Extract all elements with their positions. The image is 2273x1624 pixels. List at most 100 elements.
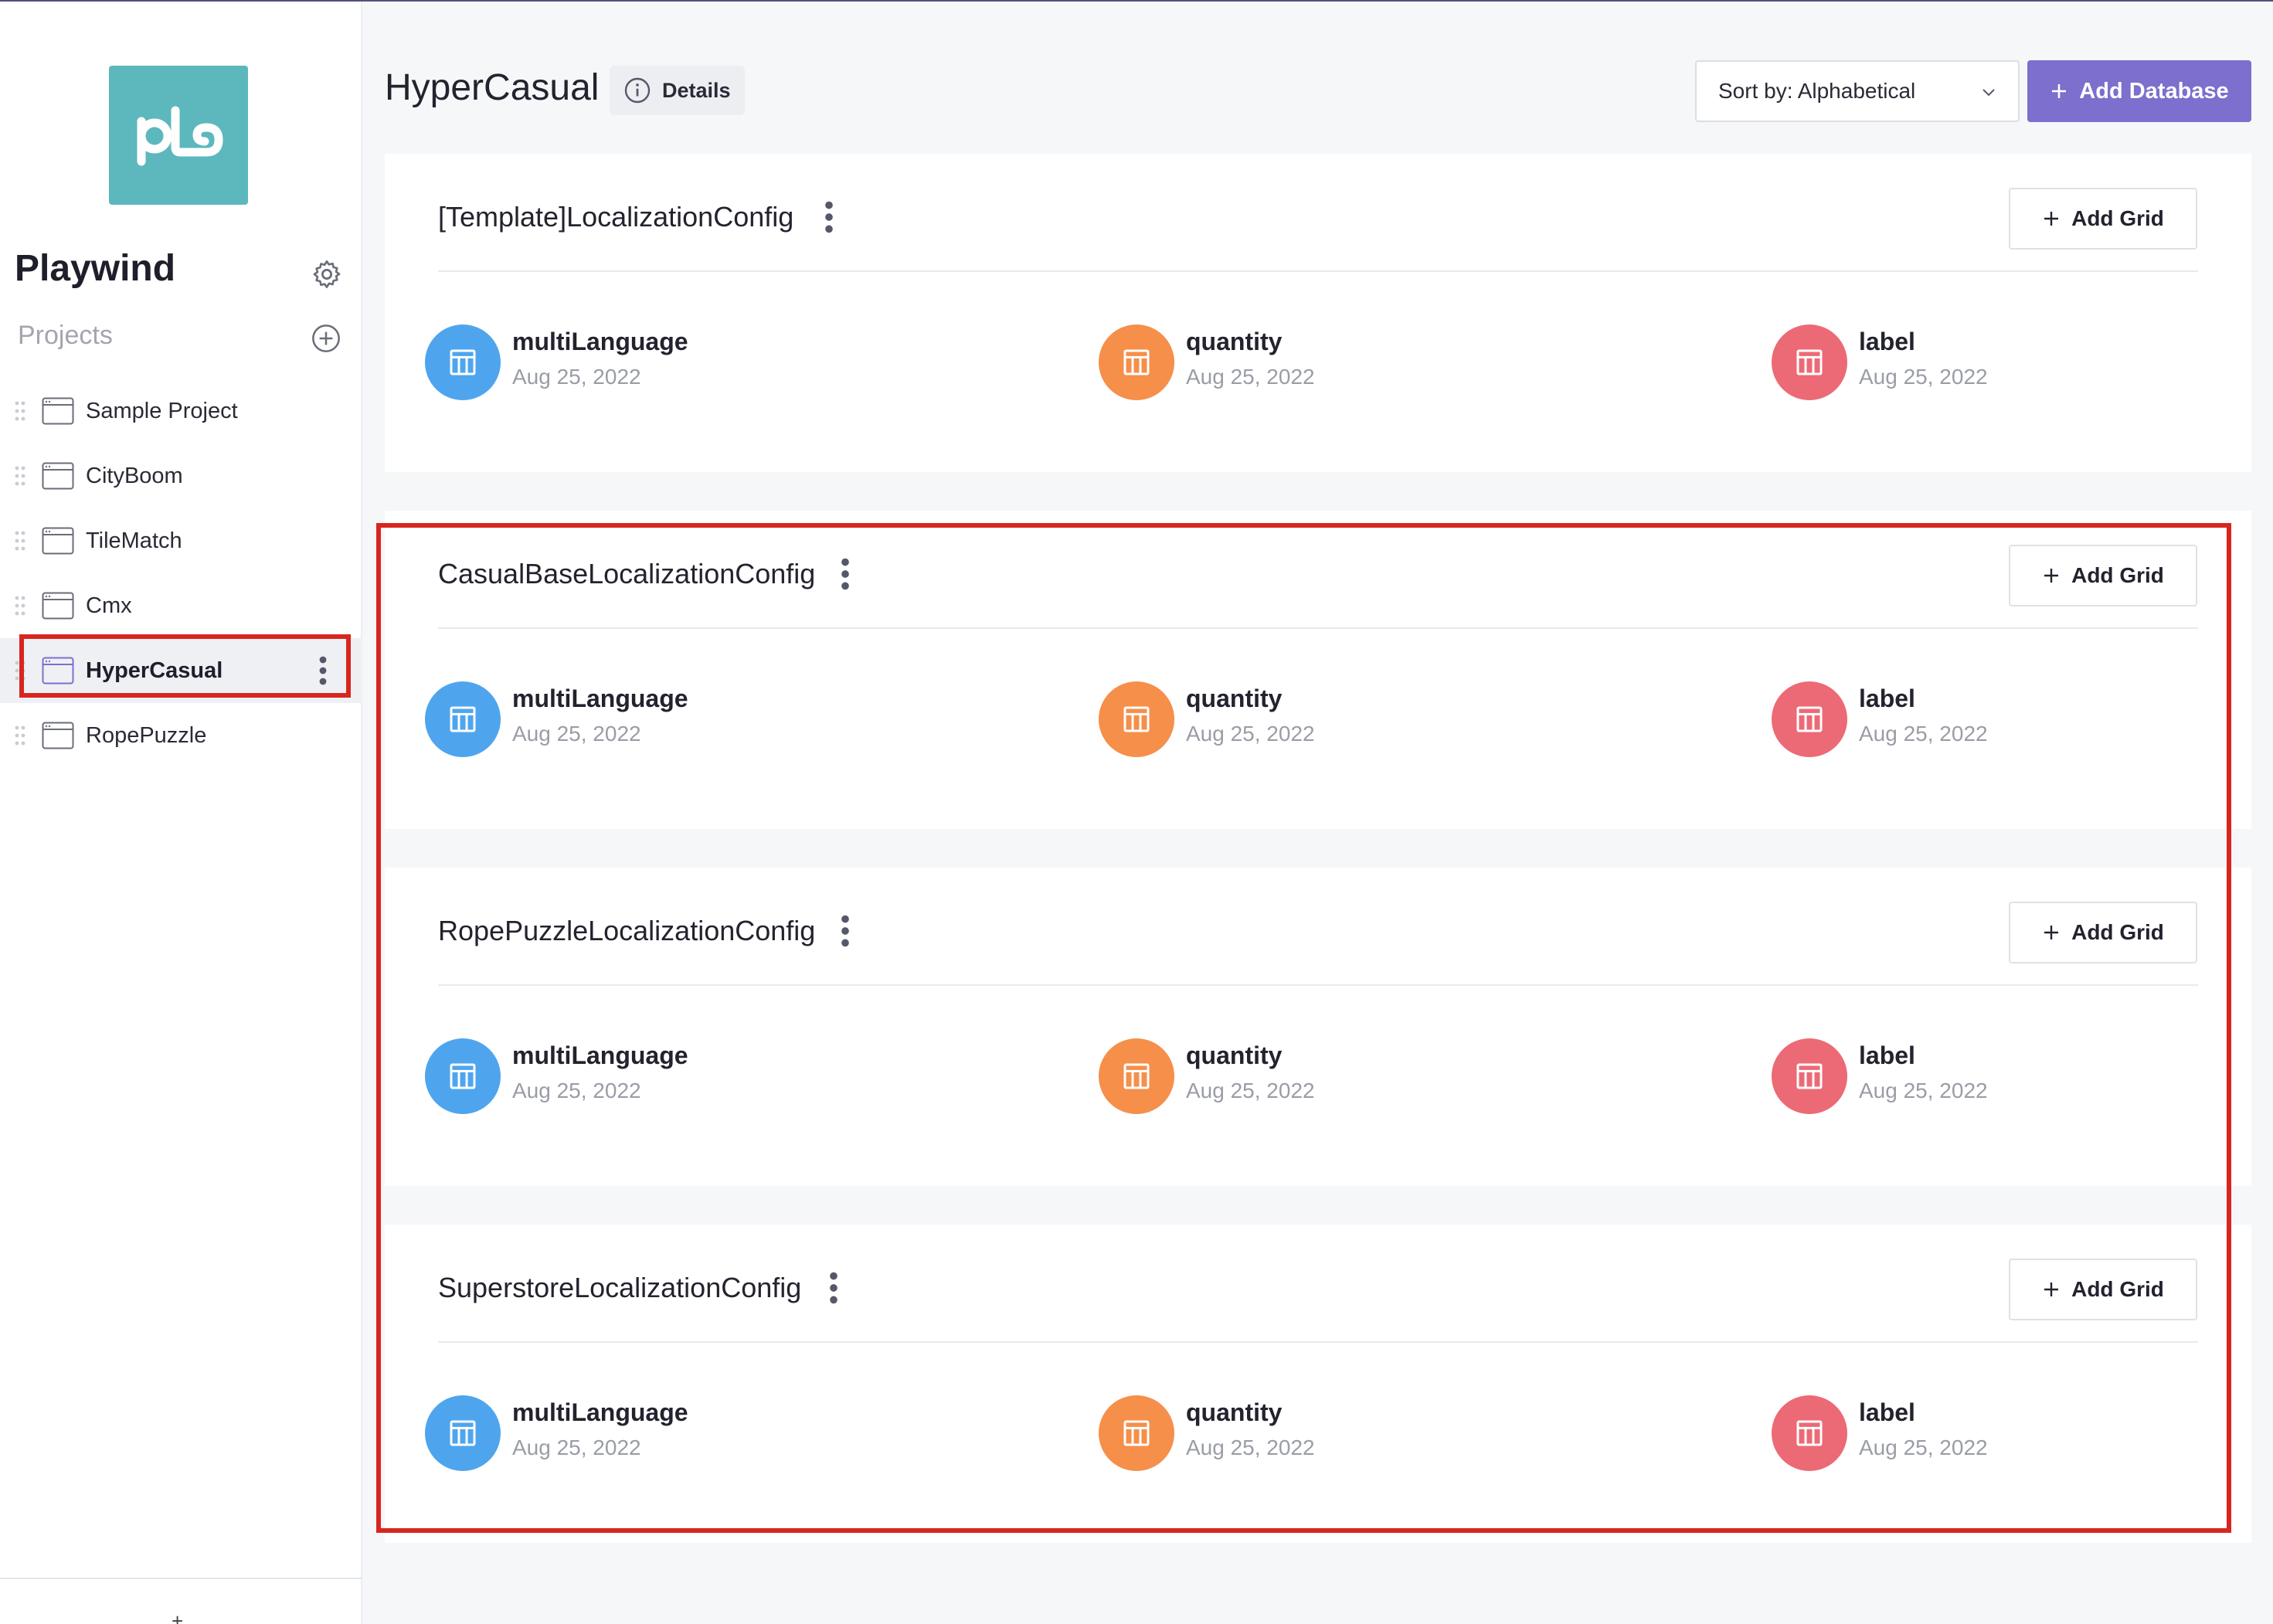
project-list: Sample Project CityBoom TileMatch Cmx Hy… [0,379,362,768]
grid-name: multiLanguage [512,1398,688,1426]
project-item-ropepuzzle[interactable]: RopePuzzle [0,703,362,768]
grid-date: Aug 25, 2022 [512,365,641,389]
drag-handle-icon[interactable] [14,595,26,617]
project-item-tilematch[interactable]: TileMatch [0,508,362,573]
drag-handle-icon[interactable] [14,400,26,422]
plus-icon [2044,1283,2059,1296]
database-title[interactable]: [Template]LocalizationConfig [438,200,793,234]
project-item-cmx[interactable]: Cmx [0,573,362,638]
info-icon [624,77,651,104]
org-name: Playwind [15,248,176,289]
drag-handle-icon[interactable] [14,465,26,487]
grid-date: Aug 25, 2022 [1859,1435,1988,1459]
add-grid-button[interactable]: Add Grid [2009,188,2197,250]
grid-name: label [1859,1398,1915,1426]
project-item-cityboom[interactable]: CityBoom [0,443,362,508]
add-grid-button[interactable]: Add Grid [2009,902,2197,963]
grid-item[interactable]: multiLanguage Aug 25, 2022 [425,324,888,402]
drag-handle-icon[interactable] [14,530,26,552]
plus-icon [2044,212,2059,226]
project-window-icon [42,397,74,425]
project-label: HyperCasual [86,658,223,683]
grid-date: Aug 25, 2022 [512,722,641,746]
table-icon [425,1395,501,1471]
database-title[interactable]: SuperstoreLocalizationConfig [438,1271,801,1305]
table-icon [1099,324,1174,400]
project-label: RopePuzzle [86,723,207,748]
grid-name: label [1859,328,1915,355]
drag-handle-icon[interactable] [14,725,26,746]
project-item-hypercasual[interactable]: HyperCasual [0,638,362,703]
app-logo[interactable] [109,66,248,205]
grid-date: Aug 25, 2022 [512,1435,641,1459]
divider [438,627,2198,629]
grid-item[interactable]: quantity Aug 25, 2022 [1099,1395,1562,1473]
project-window-icon [42,657,74,685]
grid-date: Aug 25, 2022 [1186,1079,1315,1102]
drag-handle-icon[interactable] [14,660,26,681]
database-card: RopePuzzleLocalizationConfig Add Grid mu… [385,868,2251,1186]
grid-date: Aug 25, 2022 [1186,1435,1315,1459]
logo-mark-icon [137,106,223,166]
grid-item[interactable]: quantity Aug 25, 2022 [1099,681,1562,759]
details-button[interactable]: Details [610,66,745,115]
grid-date: Aug 25, 2022 [1859,722,1988,746]
grid-item[interactable]: label Aug 25, 2022 [1772,681,2235,759]
chevron-down-icon [1983,89,1995,97]
grid-item[interactable]: multiLanguage Aug 25, 2022 [425,681,888,759]
table-icon [1772,1038,1847,1114]
grid-name: quantity [1186,1041,1283,1069]
grid-date: Aug 25, 2022 [512,1079,641,1102]
plus-icon [2052,84,2067,98]
grid-name: multiLanguage [512,1041,688,1069]
grid-item[interactable]: label Aug 25, 2022 [1772,1038,2235,1116]
more-vertical-icon[interactable] [824,200,834,234]
grid-date: Aug 25, 2022 [1186,365,1315,389]
add-grid-button[interactable]: Add Grid [2009,545,2197,606]
table-icon [1099,681,1174,757]
grid-name: label [1859,685,1915,712]
sidebar-divider [0,1578,362,1579]
sort-select[interactable]: Sort by: Alphabetical [1695,60,2020,122]
more-vertical-icon[interactable] [828,1271,839,1305]
database-card: [Template]LocalizationConfig Add Grid mu… [385,154,2251,472]
more-vertical-icon[interactable] [840,557,851,591]
add-grid-label: Add Grid [2071,563,2164,587]
grid-name: multiLanguage [512,685,688,712]
table-icon [1099,1395,1174,1471]
more-vertical-icon[interactable] [840,914,851,948]
project-item-sample-project[interactable]: Sample Project [0,379,362,443]
database-title[interactable]: CasualBaseLocalizationConfig [438,557,815,591]
add-grid-button[interactable]: Add Grid [2009,1259,2197,1320]
plus-icon [2044,569,2059,583]
database-card: CasualBaseLocalizationConfig Add Grid mu… [385,511,2251,829]
grid-name: quantity [1186,328,1283,355]
grid-item[interactable]: quantity Aug 25, 2022 [1099,1038,1562,1116]
grid-item[interactable]: multiLanguage Aug 25, 2022 [425,1038,888,1116]
details-label: Details [662,78,731,102]
more-vertical-icon[interactable] [315,655,331,686]
grid-item[interactable]: label Aug 25, 2022 [1772,1395,2235,1473]
grid-date: Aug 25, 2022 [1186,722,1315,746]
add-database-button[interactable]: Add Database [2027,60,2251,122]
table-icon [1772,681,1847,757]
project-window-icon [42,462,74,490]
table-icon [1772,1395,1847,1471]
grid-item[interactable]: quantity Aug 25, 2022 [1099,324,1562,402]
divider [438,1341,2198,1343]
gear-icon[interactable] [311,258,343,290]
add-grid-label: Add Grid [2071,1277,2164,1301]
add-database-label: Add Database [2079,78,2229,104]
database-card: SuperstoreLocalizationConfig Add Grid mu… [385,1225,2251,1543]
add-grid-label: Add Grid [2071,206,2164,230]
project-label: Sample Project [86,399,238,423]
add-project-icon[interactable] [311,323,341,354]
grid-item[interactable]: label Aug 25, 2022 [1772,324,2235,402]
table-icon [425,681,501,757]
project-label: Cmx [86,593,132,618]
database-title[interactable]: RopePuzzleLocalizationConfig [438,914,815,948]
sidebar-bottom-plus-icon[interactable]: + [172,1611,183,1624]
grid-item[interactable]: multiLanguage Aug 25, 2022 [425,1395,888,1473]
sort-label: Sort by: Alphabetical [1718,79,1916,103]
sidebar: Playwind Projects Sample Project CityBoo… [0,2,362,1624]
